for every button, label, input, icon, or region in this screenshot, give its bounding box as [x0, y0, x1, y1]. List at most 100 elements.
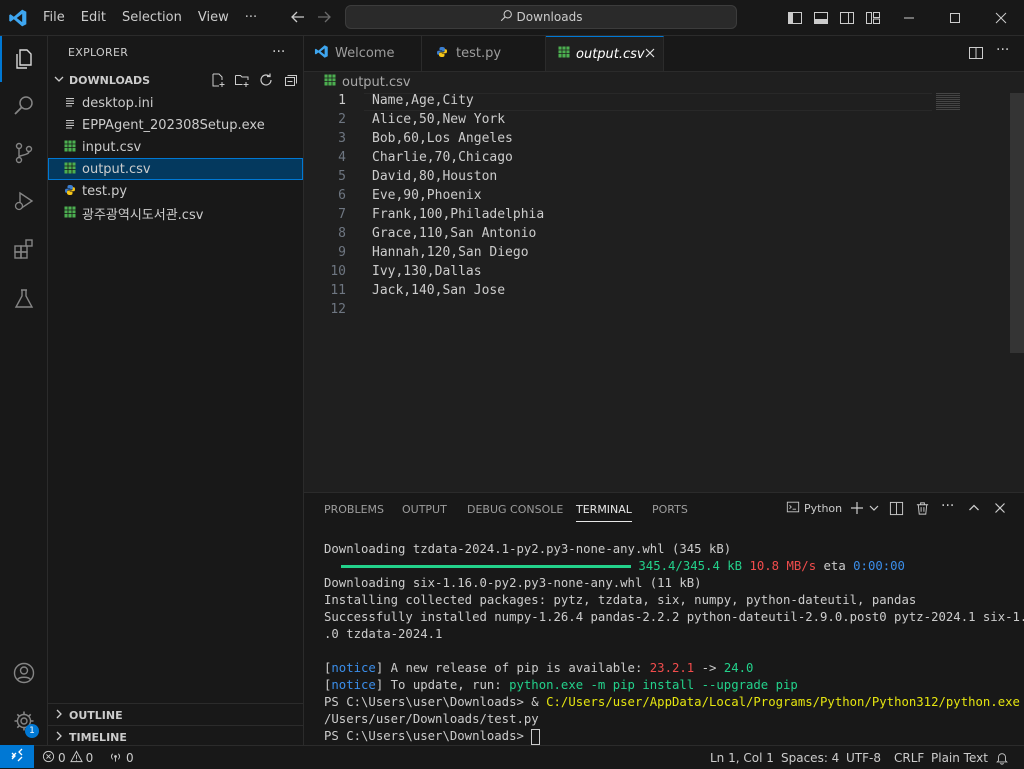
terminal-line: Downloading six-1.16.0-py2.py3-none-any.…	[324, 576, 702, 590]
back-arrow-icon[interactable]	[290, 9, 306, 29]
close-window-button[interactable]	[978, 0, 1024, 35]
search-text: Downloads	[516, 10, 583, 24]
menu-more[interactable]: ···	[237, 10, 265, 25]
terminal-prompt-line: PS C:\Users\user\Downloads> & C:/Users/u…	[324, 694, 1020, 711]
menu-file[interactable]: File	[35, 10, 73, 25]
terminal-line: Successfully installed numpy-1.26.4 pand…	[324, 610, 1024, 624]
line-number: 6	[338, 188, 346, 203]
settings-gear-icon[interactable]: 1	[0, 698, 47, 744]
code-line: Name,Age,City	[372, 93, 474, 108]
tab-label: output.csv	[576, 46, 645, 62]
file-item[interactable]: output.csv	[48, 158, 303, 180]
terminal-output[interactable]: Downloading tzdata-2024.1-py2.py3-none-a…	[324, 541, 1024, 745]
split-terminal-icon[interactable]	[889, 501, 904, 520]
toggle-panel-icon[interactable]	[813, 10, 829, 30]
outline-section-header[interactable]: OUTLINE	[48, 703, 303, 726]
menu-selection[interactable]: Selection	[114, 10, 190, 25]
file-item[interactable]: test.py	[48, 180, 303, 202]
tab-test-py[interactable]: test.py	[422, 36, 546, 71]
folder-header-downloads[interactable]: DOWNLOADS	[48, 69, 303, 91]
tab-output-csv[interactable]: output.csv	[546, 36, 664, 71]
csv-icon	[62, 206, 78, 221]
file-name: 광주광역시도서관.csv	[82, 207, 204, 223]
split-editor-icon[interactable]	[968, 45, 984, 65]
add-terminal-icon[interactable]	[850, 501, 864, 519]
panel-tab-problems[interactable]: PROBLEMS	[324, 503, 384, 516]
language-mode[interactable]: Plain Text	[931, 746, 988, 769]
menu-view[interactable]: View	[190, 10, 237, 25]
panel-more-icon[interactable]: ···	[941, 498, 954, 514]
close-panel-icon[interactable]	[994, 502, 1006, 518]
notifications-bell-icon[interactable]	[995, 746, 1009, 769]
file-icon	[62, 118, 78, 133]
terminal-line: .0 tzdata-2024.1	[324, 627, 443, 641]
line-number: 3	[338, 131, 346, 146]
code-editor[interactable]: 1 Name,Age,City 2 Alice,50,New York 3 Bob,60,…	[304, 92, 1024, 492]
problems-status[interactable]: 0 0	[42, 746, 93, 769]
explorer-more-icon[interactable]: ···	[272, 44, 285, 60]
search-view-icon[interactable]	[0, 82, 47, 128]
toggle-primary-sidebar-icon[interactable]	[787, 10, 803, 30]
file-item[interactable]: EPPAgent_202308Setup.exe	[48, 114, 303, 136]
panel-tab-ports[interactable]: PORTS	[652, 503, 688, 516]
cursor-position[interactable]: Ln 1, Col 1	[710, 746, 774, 769]
encoding[interactable]: UTF-8	[846, 746, 881, 769]
panel-tab-output[interactable]: OUTPUT	[402, 503, 447, 516]
source-control-icon[interactable]	[0, 130, 47, 176]
command-center-search[interactable]: Downloads	[345, 5, 737, 29]
indentation[interactable]: Spaces: 4	[781, 746, 839, 769]
progress-speed: 10.8 MB/s	[749, 559, 817, 573]
warning-icon	[69, 749, 83, 766]
collapse-all-icon[interactable]	[282, 72, 298, 91]
accounts-icon[interactable]	[0, 650, 47, 696]
chevron-down-icon[interactable]	[868, 502, 880, 518]
run-debug-icon[interactable]	[0, 178, 47, 224]
folder-name: DOWNLOADS	[69, 73, 151, 87]
testing-flask-icon[interactable]	[0, 276, 47, 322]
breadcrumb[interactable]: output.csv	[304, 71, 1024, 93]
panel-tab-debug-console[interactable]: DEBUG CONSOLE	[467, 503, 563, 516]
terminal-selector[interactable]: Python	[786, 500, 842, 517]
ports-status[interactable]: 0	[109, 746, 134, 769]
toggle-secondary-sidebar-icon[interactable]	[839, 10, 855, 30]
search-icon	[500, 9, 513, 25]
refresh-icon[interactable]	[258, 72, 274, 91]
new-file-icon[interactable]	[210, 72, 226, 91]
vscode-logo-icon	[314, 44, 329, 63]
file-item[interactable]: 광주광역시도서관.csv	[48, 202, 303, 224]
file-item[interactable]: input.csv	[48, 136, 303, 158]
pip-old-version: 23.2.1	[649, 661, 695, 675]
maximize-button[interactable]	[932, 0, 978, 35]
customize-layout-icon[interactable]	[865, 10, 881, 30]
maximize-panel-icon[interactable]	[968, 502, 980, 518]
progress-eta: 0:00:00	[853, 559, 905, 573]
editor-more-icon[interactable]: ···	[996, 42, 1009, 58]
extensions-icon[interactable]	[0, 226, 47, 272]
forward-arrow-icon[interactable]	[316, 9, 332, 29]
panel-tab-terminal[interactable]: TERMINAL	[576, 503, 632, 522]
editor-scrollbar[interactable]	[1010, 93, 1024, 353]
close-tab-icon[interactable]	[644, 47, 656, 63]
settings-file-icon	[62, 96, 78, 111]
code-line: Ivy,130,Dallas	[372, 264, 482, 279]
editor-tab-bar: Welcome test.py output.csv ···	[304, 36, 1024, 72]
line-number: 5	[338, 169, 346, 184]
line-number: 8	[338, 226, 346, 241]
line-number: 4	[338, 150, 346, 165]
end-of-line[interactable]: CRLF	[894, 746, 924, 769]
warning-count: 0	[85, 750, 94, 765]
trash-icon[interactable]	[915, 501, 930, 520]
minimap[interactable]	[936, 93, 960, 111]
new-folder-icon[interactable]	[234, 72, 250, 91]
remote-indicator[interactable]	[0, 745, 34, 768]
notice-text: A new release of pip is available:	[383, 661, 650, 675]
update-badge: 1	[25, 724, 39, 738]
menu-edit[interactable]: Edit	[73, 10, 114, 25]
line-number: 1	[338, 93, 346, 108]
line-number: 7	[338, 207, 346, 222]
explorer-icon[interactable]	[0, 36, 47, 82]
minimize-button[interactable]	[886, 0, 932, 35]
file-item[interactable]: desktop.ini	[48, 92, 303, 114]
tab-welcome[interactable]: Welcome	[304, 36, 422, 71]
terminal-prompt-line: PS C:\Users\user\Downloads>	[324, 728, 1014, 745]
